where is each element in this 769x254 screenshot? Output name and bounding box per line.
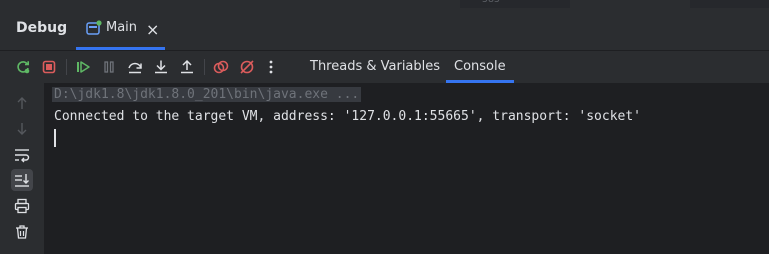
debug-tool-window-header: Debug Main × — [0, 8, 769, 51]
debug-toolbar: Threads & Variables Console — [0, 51, 769, 83]
tab-console[interactable]: Console — [446, 51, 514, 83]
clear-all-button[interactable] — [13, 223, 31, 241]
soft-wrap-button[interactable] — [13, 146, 31, 164]
text-caret — [54, 129, 56, 147]
step-into-button[interactable] — [152, 58, 170, 76]
close-tab-icon[interactable]: × — [146, 20, 159, 39]
trash-icon — [16, 225, 28, 239]
console-output[interactable]: D:\jdk1.8\jdk1.8.0_201\bin\java.exe ... … — [44, 83, 769, 254]
rerun-button[interactable] — [14, 58, 32, 76]
scroll-to-end-icon — [15, 174, 29, 187]
previous-occurrence-button[interactable] — [13, 94, 31, 112]
stop-icon — [42, 60, 56, 74]
pause-button[interactable] — [100, 58, 118, 76]
mute-breakpoints-icon — [240, 60, 254, 74]
tool-window-title: Debug — [16, 20, 68, 36]
up-arrow-icon — [17, 97, 27, 109]
print-icon — [14, 198, 30, 214]
step-into-icon — [155, 60, 167, 74]
pause-icon — [104, 61, 114, 73]
print-button[interactable] — [13, 197, 31, 215]
line-number: 585 — [482, 0, 500, 5]
editor-strip: 585 — [0, 0, 769, 8]
rerun-icon — [17, 61, 30, 74]
editor-gutter-segment — [460, 0, 570, 8]
view-breakpoints-button[interactable] — [212, 58, 230, 76]
application-icon — [86, 20, 102, 35]
toolbar-separator — [204, 59, 205, 75]
stop-button[interactable] — [40, 58, 58, 76]
tab-threads-variables[interactable]: Threads & Variables — [310, 51, 440, 83]
scroll-to-end-button[interactable] — [11, 169, 33, 191]
step-over-icon — [128, 62, 142, 74]
resume-icon — [77, 61, 90, 73]
soft-wrap-icon — [15, 149, 30, 163]
toolbar-separator — [66, 59, 67, 75]
down-arrow-icon — [17, 123, 27, 135]
step-out-icon — [181, 59, 193, 74]
command-line[interactable]: D:\jdk1.8\jdk1.8.0_201\bin\java.exe ... — [52, 87, 362, 102]
step-out-button[interactable] — [178, 58, 196, 76]
editor-segment — [690, 0, 769, 8]
step-over-button[interactable] — [126, 58, 144, 76]
more-icon — [269, 60, 273, 74]
more-options-button[interactable] — [262, 58, 280, 76]
view-breakpoints-icon — [213, 60, 229, 74]
session-tab-label: Main — [106, 20, 138, 35]
connection-message: Connected to the target VM, address: '12… — [54, 109, 641, 124]
resume-button[interactable] — [74, 58, 92, 76]
tab-console-label: Console — [454, 59, 506, 74]
session-tab-underline — [76, 47, 165, 50]
next-occurrence-button[interactable] — [13, 120, 31, 138]
mute-breakpoints-button[interactable] — [238, 58, 256, 76]
console-side-toolbar — [0, 83, 44, 254]
